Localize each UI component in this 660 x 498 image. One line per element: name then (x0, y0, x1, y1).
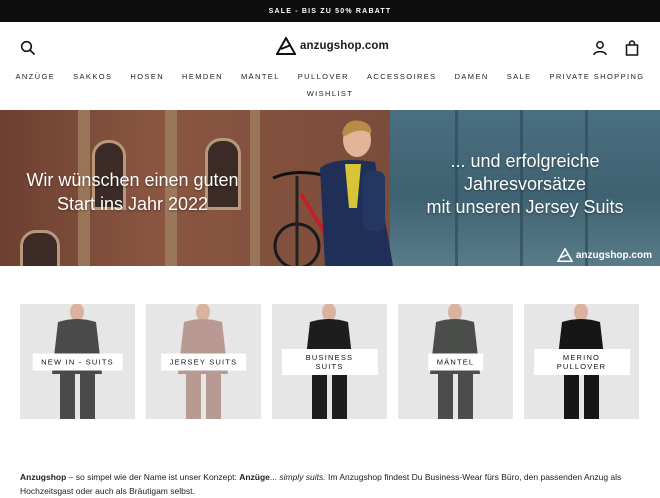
tile-label: JERSEY SUITS (160, 353, 247, 370)
hero-right-line3: mit unseren Jersey Suits (426, 197, 624, 217)
about-text-1: – so simpel wie der Name ist unser Konze… (66, 472, 240, 482)
hero-brand-text: anzugshop.com (575, 249, 652, 261)
category-tile[interactable]: MERINO PULLOVER (524, 304, 639, 419)
hero-left-line1: Wir wünschen einen guten (26, 170, 239, 190)
nav-item-damen[interactable]: DAMEN (455, 68, 489, 85)
about-dots: ... (269, 472, 277, 482)
nav-item-mäntel[interactable]: MÄNTEL (241, 68, 280, 85)
hero-headline-right: ... und erfolgreiche Jahresvorsätze mit … (405, 150, 645, 219)
tile-label: NEW IN - SUITS (32, 353, 123, 370)
logo-mark-icon (276, 37, 296, 55)
hero-right-line2: Jahresvorsätze (463, 174, 587, 194)
nav-item-sale[interactable]: SALE (507, 68, 532, 85)
nav-item-anzüge[interactable]: ANZÜGE (15, 68, 55, 85)
site-logo[interactable]: anzugshop.com (276, 37, 389, 55)
hero-window (20, 230, 60, 266)
promo-text: SALE - BIS ZU 50% RABATT (268, 7, 392, 15)
account-icon[interactable] (592, 40, 608, 56)
category-tile[interactable]: MÄNTEL (398, 304, 513, 419)
promo-bar[interactable]: SALE - BIS ZU 50% RABATT (0, 0, 660, 22)
nav-item-private-shopping[interactable]: PRIVATE SHOPPING (549, 68, 644, 85)
category-tile[interactable]: BUSINESS SUITS (272, 304, 387, 419)
hero-logo-mark-icon (556, 248, 573, 262)
nav-item-hosen[interactable]: HOSEN (130, 68, 164, 85)
logo-text: anzugshop.com (300, 40, 389, 52)
hero-banner[interactable]: Wir wünschen einen guten Start ins Jahr … (0, 110, 660, 266)
about-brand: Anzugshop (20, 472, 67, 482)
tile-label: BUSINESS SUITS (281, 348, 378, 375)
category-tile[interactable]: NEW IN - SUITS (20, 304, 135, 419)
nav-item-sakkos[interactable]: SAKKOS (73, 68, 112, 85)
site-header: anzugshop.com (0, 22, 660, 72)
hero-left-line2: Start ins Jahr 2022 (56, 194, 209, 214)
tile-label: MERINO PULLOVER (533, 348, 630, 375)
tile-label: MÄNTEL (427, 353, 484, 370)
search-icon[interactable] (20, 40, 36, 56)
about-emph: Anzüge (239, 472, 270, 482)
cart-icon[interactable] (624, 40, 640, 56)
category-tile[interactable]: JERSEY SUITS (146, 304, 261, 419)
hero-brand-watermark: anzugshop.com (556, 248, 652, 262)
nav-item-hemden[interactable]: HEMDEN (182, 68, 223, 85)
hero-headline-left: Wir wünschen einen guten Start ins Jahr … (0, 168, 265, 216)
nav-item-pullover[interactable]: PULLOVER (298, 68, 349, 85)
hero-model-with-bike (272, 120, 393, 266)
main-nav: ANZÜGE SAKKOS HOSEN HEMDEN MÄNTEL PULLOVER ACC… (0, 68, 660, 102)
about-italic: simply suits. (277, 472, 326, 482)
hero-right-line1: ... und erfolgreiche (450, 151, 600, 171)
category-tiles: NEW IN - SUITS JERSEY SUITS BUSINESS SUITS… (20, 304, 640, 419)
nav-item-accessoires[interactable]: ACCESSOIRES (367, 68, 437, 85)
nav-item-wishlist[interactable]: WISHLIST (307, 85, 354, 102)
